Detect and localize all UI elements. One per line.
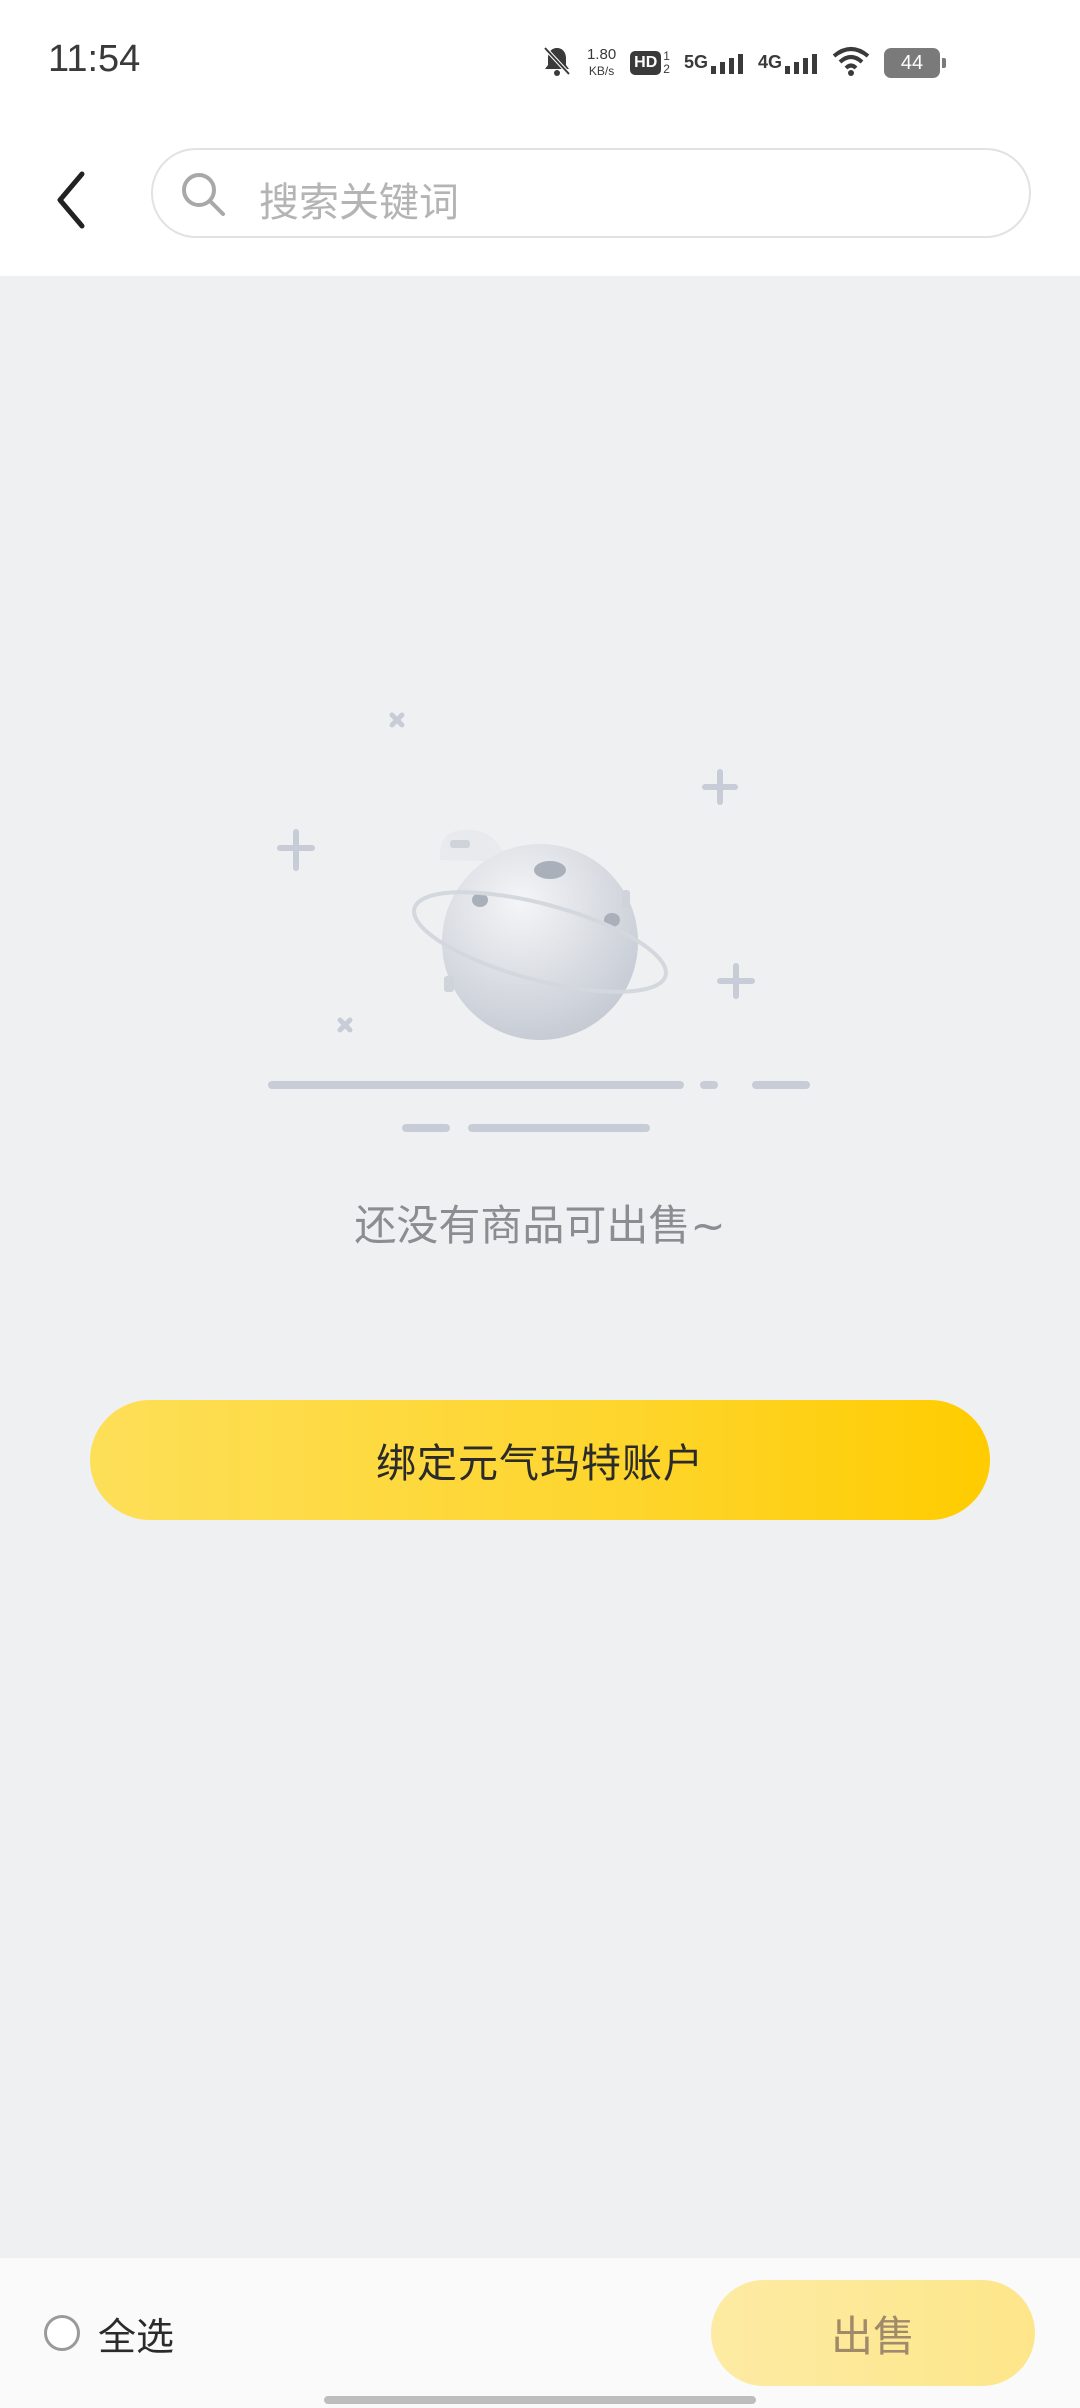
network-speed: 1.80 KB/s [587, 47, 616, 79]
search-placeholder: 搜索关键词 [259, 180, 459, 226]
search-icon [179, 170, 227, 218]
back-button[interactable] [44, 160, 104, 240]
bind-account-button[interactable]: 绑定元气玛特账户 [90, 1400, 990, 1520]
bottom-bar: 全选 出售 [0, 2258, 1080, 2408]
back-arrow-icon [57, 171, 85, 229]
home-indicator[interactable] [324, 2396, 756, 2404]
status-time: 11:54 [48, 38, 141, 80]
hd-badge: HD [630, 51, 662, 75]
sim2-label: 4G [757, 52, 782, 72]
status-icons: 1.80 KB/s HD 12 5G 4G 44 [541, 40, 946, 86]
search-input[interactable]: 搜索关键词 [151, 148, 1031, 238]
battery-icon: 44 [884, 48, 946, 78]
wifi-icon [832, 46, 870, 80]
empty-planet-illustration [250, 690, 830, 1150]
radio-unchecked-icon [44, 2315, 80, 2351]
select-all-checkbox[interactable]: 全选 [44, 2308, 175, 2359]
sell-button[interactable]: 出售 [711, 2280, 1035, 2386]
mute-bell-icon [541, 44, 573, 82]
signal-4g-icon: 4G [758, 52, 818, 74]
header: 搜索关键词 [0, 130, 1080, 276]
net-speed-unit: KB/s [588, 64, 615, 78]
net-speed-value: 1.80 [586, 46, 617, 63]
signal-5g-icon: 5G [684, 52, 744, 74]
select-all-label: 全选 [98, 2314, 175, 2359]
hd-icon: HD 12 [630, 50, 670, 76]
sim1-label: 5G [683, 52, 708, 72]
empty-state-message: 还没有商品可出售~ [354, 1201, 726, 1250]
status-bar: 11:54 1.80 KB/s HD 12 5G 4G 44 [0, 0, 1080, 130]
